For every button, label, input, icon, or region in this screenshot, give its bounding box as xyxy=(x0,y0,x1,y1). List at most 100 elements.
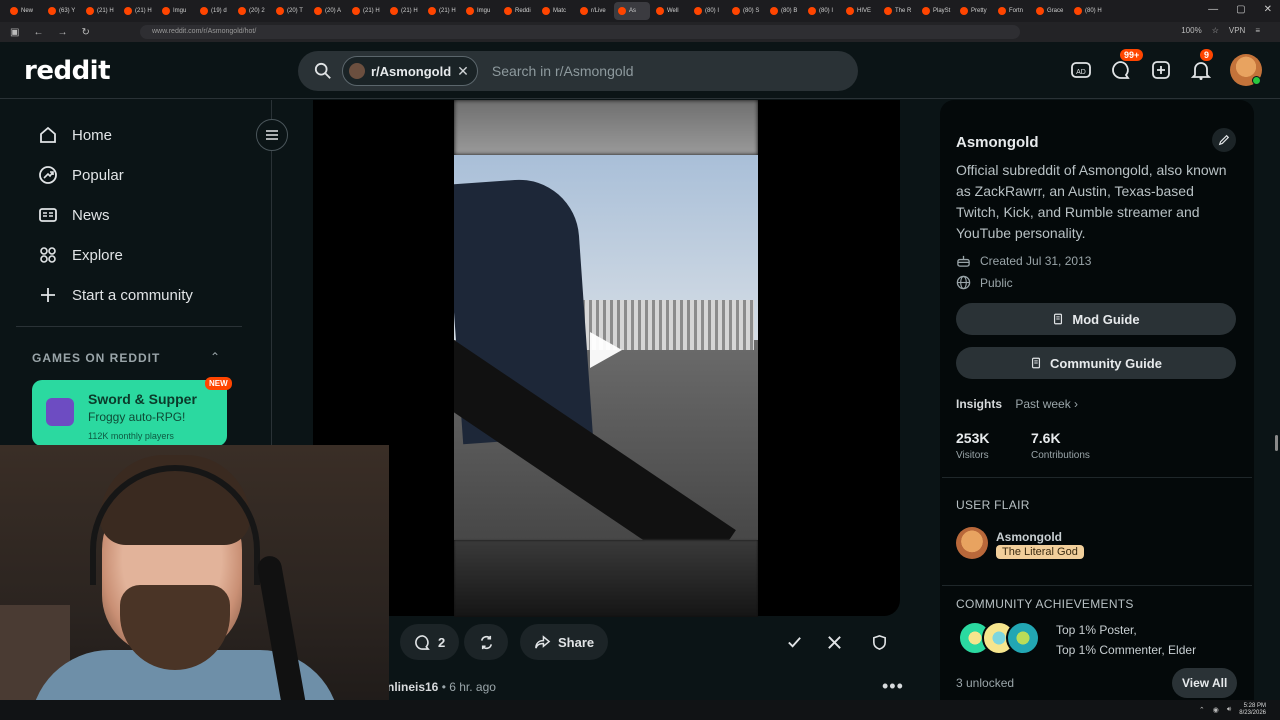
mod-guide-button[interactable]: Mod Guide xyxy=(956,303,1236,335)
browser-tab[interactable]: As xyxy=(614,2,650,20)
browser-tab[interactable]: (80) S xyxy=(728,2,764,20)
maximize-icon[interactable]: ▢ xyxy=(1236,4,1245,15)
browser-tab[interactable]: Matc xyxy=(538,2,574,20)
zoom-level[interactable]: 100% xyxy=(1181,26,1201,35)
sidebar-item-popular[interactable]: Popular xyxy=(38,165,124,185)
browser-tab[interactable]: (19) d xyxy=(196,2,232,20)
scrollbar-thumb[interactable] xyxy=(1275,435,1278,451)
chip-close-icon[interactable]: ✕ xyxy=(457,63,469,80)
chat-icon[interactable]: 99+ xyxy=(1110,49,1144,81)
close-window-icon[interactable]: ✕ xyxy=(1264,4,1272,15)
browser-tab[interactable]: (80) I xyxy=(804,2,840,20)
browser-tab[interactable]: (21) H xyxy=(424,2,460,20)
browser-tab[interactable]: Grace xyxy=(1032,2,1068,20)
collapse-sidebar-button[interactable] xyxy=(256,119,288,151)
search-input[interactable] xyxy=(491,63,792,79)
play-icon[interactable] xyxy=(590,332,622,368)
tab-favicon-icon xyxy=(390,7,398,15)
community-guide-button[interactable]: Community Guide xyxy=(956,347,1236,379)
browser-tab[interactable]: (20) T xyxy=(272,2,308,20)
browser-tab[interactable]: The R xyxy=(880,2,916,20)
browser-tab[interactable]: HIVE xyxy=(842,2,878,20)
crosspost-button[interactable] xyxy=(464,624,508,660)
tab-label: Grace xyxy=(1047,8,1064,14)
game-card[interactable]: Sword & Supper Froggy auto-RPG! 112K mon… xyxy=(32,380,227,446)
comments-button[interactable]: 2 xyxy=(400,624,460,660)
network-icon[interactable]: ◉ xyxy=(1213,706,1219,714)
browser-tab[interactable]: (21) H xyxy=(82,2,118,20)
browser-tab[interactable]: (80) I xyxy=(690,2,726,20)
browser-tab[interactable]: Well xyxy=(652,2,688,20)
globe-icon xyxy=(956,275,971,290)
browser-tab[interactable]: Reddi xyxy=(500,2,536,20)
volume-icon[interactable]: 🔊︎ xyxy=(1227,706,1231,714)
edit-icon[interactable] xyxy=(1212,128,1236,152)
tab-favicon-icon xyxy=(504,7,512,15)
user-avatar[interactable] xyxy=(1230,54,1262,86)
mod-shield-icon[interactable] xyxy=(865,628,893,656)
notification-bell-icon[interactable]: 9 xyxy=(1190,49,1214,81)
address-bar[interactable]: www.reddit.com/r/Asmongold/hot/ xyxy=(140,25,1020,39)
minimize-icon[interactable]: — xyxy=(1208,4,1218,15)
browser-tab[interactable]: (20) A xyxy=(310,2,346,20)
view-all-button[interactable]: View All xyxy=(1172,668,1238,698)
browser-tab[interactable]: New xyxy=(6,2,42,20)
tab-label: (20) 2 xyxy=(249,8,265,14)
share-icon xyxy=(535,634,551,648)
chevron-up-icon[interactable]: ⌃ xyxy=(210,350,220,364)
tab-favicon-icon xyxy=(1074,7,1082,15)
browser-tab[interactable]: PlaySt xyxy=(918,2,954,20)
browser-tab[interactable]: Imgu xyxy=(462,2,498,20)
sidebar-toggle-icon[interactable]: ▣ xyxy=(10,27,19,38)
tab-favicon-icon xyxy=(276,7,284,15)
forward-icon[interactable]: → xyxy=(57,27,67,38)
advertise-icon[interactable]: AD xyxy=(1070,59,1092,81)
tab-favicon-icon xyxy=(200,7,208,15)
sidebar-item-start-community[interactable]: Start a community xyxy=(38,285,193,305)
reload-icon[interactable]: ↻ xyxy=(81,27,89,38)
tab-label: Pretty xyxy=(971,8,987,14)
more-options-icon[interactable]: ••• xyxy=(882,676,904,697)
community-chip[interactable]: r/Asmongold ✕ xyxy=(342,56,478,86)
browser-tab[interactable]: (80) B xyxy=(766,2,802,20)
browser-tab[interactable]: r/Live xyxy=(576,2,612,20)
remove-icon[interactable] xyxy=(820,628,848,656)
browser-tab[interactable]: Imgu xyxy=(158,2,194,20)
book-icon xyxy=(1054,313,1063,325)
tab-label: (63) Y xyxy=(59,8,76,14)
bookmark-icon[interactable]: ☆ xyxy=(1212,26,1219,35)
sidebar-item-home[interactable]: Home xyxy=(38,125,112,145)
back-icon[interactable]: ← xyxy=(33,27,43,38)
community-chip-avatar xyxy=(349,63,365,79)
achievement-icons xyxy=(958,621,1040,655)
reddit-logo[interactable]: reddit xyxy=(24,56,111,86)
search-bar[interactable]: r/Asmongold ✕ xyxy=(298,51,858,91)
browser-tab[interactable]: Fortn xyxy=(994,2,1030,20)
menu-icon[interactable]: ≡ xyxy=(1255,26,1260,35)
mod-guide-label: Mod Guide xyxy=(1072,311,1140,327)
game-icon xyxy=(46,398,74,426)
tab-favicon-icon xyxy=(732,7,740,15)
share-button[interactable]: Share xyxy=(520,624,609,660)
post-author[interactable]: nlineis16 xyxy=(387,680,438,694)
flair-tag[interactable]: The Literal God xyxy=(996,545,1084,559)
system-clock[interactable]: 5:28 PM 8/23/2026 xyxy=(1239,703,1266,717)
browser-tab[interactable]: (80) H xyxy=(1070,2,1106,20)
vpn-button[interactable]: VPN xyxy=(1229,26,1245,35)
next-post-meta: nlineis16 • 6 hr. ago xyxy=(387,680,496,694)
browser-tab[interactable]: (21) H xyxy=(120,2,156,20)
chevron-up-icon[interactable]: ⌃ xyxy=(1199,706,1205,714)
sidebar-item-explore[interactable]: Explore xyxy=(38,245,123,265)
game-title: Sword & Supper xyxy=(88,391,197,407)
insights-period-selector[interactable]: Past week › xyxy=(1015,397,1078,411)
browser-tab[interactable]: Pretty xyxy=(956,2,992,20)
browser-tab[interactable]: (21) H xyxy=(386,2,422,20)
tab-label: (20) T xyxy=(287,8,303,14)
sidebar-item-news[interactable]: News xyxy=(38,205,110,225)
browser-tab[interactable]: (20) 2 xyxy=(234,2,270,20)
browser-tab[interactable]: (63) Y xyxy=(44,2,80,20)
create-post-icon[interactable] xyxy=(1150,59,1172,81)
approve-icon[interactable] xyxy=(780,628,808,656)
post-video[interactable] xyxy=(454,100,758,617)
browser-tab[interactable]: (21) H xyxy=(348,2,384,20)
